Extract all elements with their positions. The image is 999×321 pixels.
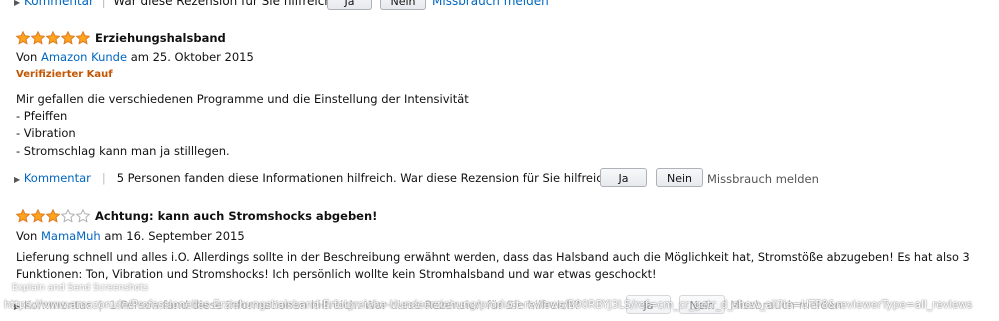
star-filled-icon <box>31 209 45 223</box>
by-prefix: Von <box>16 50 38 64</box>
screenshot-tooltip: Explain and Send Screenshots <box>12 283 149 293</box>
star-empty-icon <box>61 209 75 223</box>
review-body-line: Mir gefallen die verschiedenen Programme… <box>16 92 469 106</box>
star-filled-icon <box>46 209 60 223</box>
review-title[interactable]: Achtung: kann auch Stromshocks abgeben! <box>95 209 377 223</box>
star-filled-icon <box>16 31 30 45</box>
caret-right-icon: ▶ <box>14 0 21 7</box>
review-body-line: Lieferung schnell und alles i.O. Allerdi… <box>16 251 970 264</box>
star-filled-icon <box>61 31 75 45</box>
star-empty-icon <box>76 209 90 223</box>
comment-link[interactable]: Kommentar <box>24 0 94 8</box>
review-byline: Von MamaMuh am 16. September 2015 <box>16 229 245 243</box>
caret-right-icon: ▶ <box>14 175 21 184</box>
no-button[interactable]: Nein <box>380 0 426 10</box>
star-filled-icon <box>31 31 45 45</box>
top-helpful-row: ▶ Kommentar | War diese Rezension für Si… <box>14 0 338 10</box>
review-body-line: Funktionen: Ton, Vibration und Stromshoc… <box>16 268 657 281</box>
verified-purchase-badge: Verifizierter Kauf <box>16 69 113 80</box>
report-abuse-link[interactable]: Missbrauch melden <box>707 170 819 188</box>
star-rating <box>16 209 90 223</box>
star-rating <box>16 31 90 45</box>
helpful-row: ▶ Kommentar | 5 Personen fanden diese In… <box>14 169 616 189</box>
by-prefix: Von <box>16 229 38 243</box>
author-link[interactable]: Amazon Kunde <box>41 50 127 64</box>
separator: | <box>94 171 114 185</box>
star-filled-icon <box>76 31 90 45</box>
review-body-line: - Vibration <box>16 126 76 140</box>
status-bar-url: https://www.amazon.de/Professionelles-Er… <box>0 296 999 314</box>
yes-button[interactable]: Ja <box>327 0 372 10</box>
review-date: am 16. September 2015 <box>104 229 245 243</box>
helpful-text: 5 Personen fanden diese Informationen hi… <box>116 171 616 185</box>
review-body-line: - Stromschlag kann man ja stilllegen. <box>16 144 230 158</box>
review-date: am 25. Oktober 2015 <box>130 50 254 64</box>
star-filled-icon <box>16 209 30 223</box>
yes-button[interactable]: Ja <box>600 168 647 187</box>
review-title[interactable]: Erziehungshalsband <box>95 31 226 45</box>
review-body-line: - Pfeiffen <box>16 109 68 123</box>
star-filled-icon <box>46 31 60 45</box>
helpful-question: War diese Rezension für Sie hilfreich? <box>113 0 339 8</box>
report-abuse-link[interactable]: Missbrauch melden <box>432 0 549 10</box>
author-link[interactable]: MamaMuh <box>41 229 101 243</box>
review-byline: Von Amazon Kunde am 25. Oktober 2015 <box>16 50 254 64</box>
separator: | <box>97 0 110 8</box>
no-button[interactable]: Nein <box>656 168 703 187</box>
url-text: https://www.amazon.de/Professionelles-Er… <box>4 299 973 311</box>
comment-link[interactable]: Kommentar <box>24 171 91 185</box>
